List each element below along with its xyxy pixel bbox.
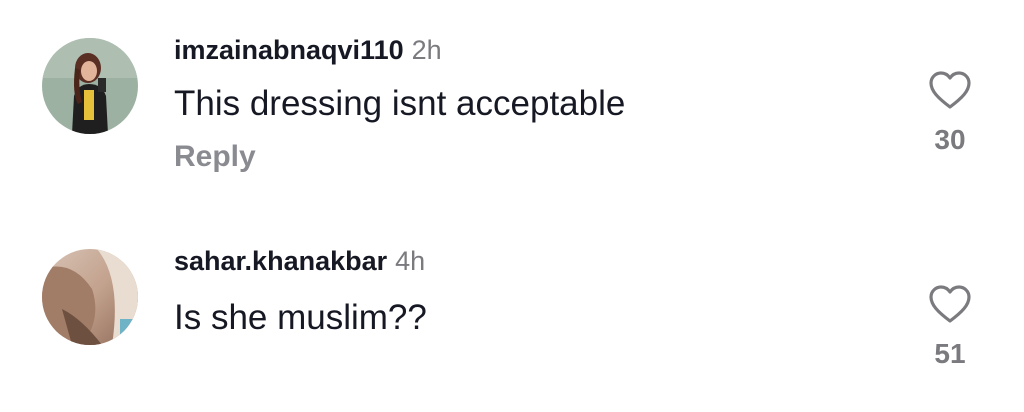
timestamp: 4h: [395, 246, 426, 276]
comment-meta: sahar.khanakbar 4h: [174, 245, 425, 277]
comment-meta: imzainabnaqvi110 2h: [174, 34, 442, 66]
timestamp: 2h: [411, 35, 442, 65]
avatar-photo: [42, 249, 138, 345]
heart-outline-icon[interactable]: [928, 284, 972, 324]
comment-text: Is she muslim??: [174, 298, 427, 337]
avatar-photo: [42, 38, 138, 134]
comment-item: imzainabnaqvi110 2h This dressing isnt ac…: [0, 0, 1024, 200]
like-count: 51: [934, 338, 966, 369]
comment-item: sahar.khanakbar 4h Is she muslim?? 51: [0, 212, 1024, 412]
avatar[interactable]: [42, 38, 138, 134]
reply-button[interactable]: Reply: [174, 140, 256, 174]
avatar[interactable]: [42, 249, 138, 345]
comment-text: This dressing isnt acceptable: [174, 84, 626, 123]
username[interactable]: sahar.khanakbar: [174, 246, 387, 276]
like-control[interactable]: 30: [920, 70, 980, 156]
like-count: 30: [934, 124, 966, 155]
username[interactable]: imzainabnaqvi110: [174, 35, 404, 65]
heart-outline-icon[interactable]: [928, 70, 972, 110]
like-control[interactable]: 51: [920, 284, 980, 370]
